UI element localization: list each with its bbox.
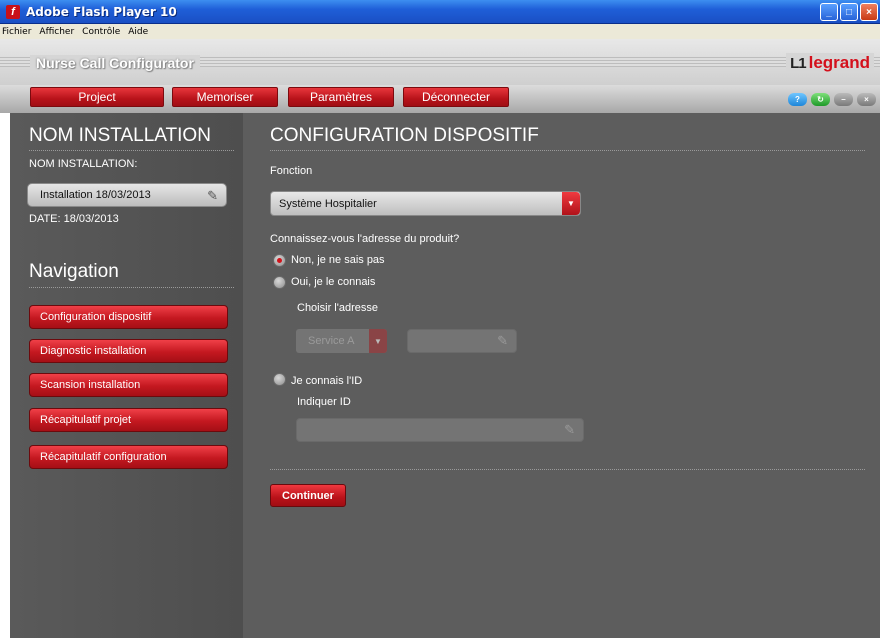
minimize-app-icon[interactable]: – <box>834 93 853 106</box>
menu-fichier[interactable]: Fichier <box>2 27 31 37</box>
window-titlebar: f Adobe Flash Player 10 _ □ × <box>0 0 880 24</box>
deconnecter-button[interactable]: Déconnecter <box>403 87 509 107</box>
legrand-logo: L1 legrand <box>786 53 874 73</box>
radio-non[interactable] <box>273 254 286 267</box>
edit-pencil-icon[interactable]: ✎ <box>207 188 218 204</box>
refresh-icon[interactable]: ↻ <box>811 93 830 106</box>
address-question: Connaissez-vous l'adresse du produit? <box>270 233 460 245</box>
help-icon[interactable]: ? <box>788 93 807 106</box>
indicate-id-label: Indiquer ID <box>297 396 351 408</box>
edit-pencil-icon: ✎ <box>564 422 575 437</box>
parametres-button[interactable]: Paramètres <box>288 87 394 107</box>
menu-aide[interactable]: Aide <box>128 27 148 37</box>
id-field: ✎ <box>296 418 584 442</box>
option-id-label: Je connais l'ID <box>291 375 363 387</box>
fonction-label: Fonction <box>270 165 313 177</box>
installation-date: DATE: 18/03/2013 <box>29 213 119 225</box>
minimize-icon[interactable]: _ <box>820 3 838 21</box>
menu-afficher[interactable]: Afficher <box>39 27 74 37</box>
divider <box>270 150 865 151</box>
nav-recapitulatif-configuration[interactable]: Récapitulatif configuration <box>29 445 228 469</box>
app-header: Nurse Call Configurator L1 legrand <box>0 39 880 85</box>
installation-name-value: Installation 18/03/2013 <box>40 189 151 201</box>
nav-recapitulatif-projet[interactable]: Récapitulatif projet <box>29 408 228 432</box>
navigation-heading: Navigation <box>29 261 119 282</box>
radio-id[interactable] <box>273 373 286 386</box>
project-button[interactable]: Project <box>30 87 164 107</box>
dropdown-arrow-icon[interactable]: ▼ <box>562 192 580 215</box>
option-oui-label: Oui, je le connais <box>291 276 376 288</box>
radio-oui[interactable] <box>273 276 286 289</box>
edit-pencil-icon: ✎ <box>497 333 508 348</box>
nav-diagnostic-installation[interactable]: Diagnostic installation <box>29 339 228 363</box>
continue-button[interactable]: Continuer <box>270 484 346 507</box>
menubar: Fichier Afficher Contrôle Aide <box>0 24 880 39</box>
configuration-heading: CONFIGURATION DISPOSITIF <box>270 125 539 146</box>
option-non-label: Non, je ne sais pas <box>291 254 385 266</box>
service-select: Service A ▼ <box>296 329 387 353</box>
window-title: Adobe Flash Player 10 <box>26 4 177 19</box>
flash-icon: f <box>6 4 20 19</box>
choose-address-label: Choisir l'adresse <box>297 302 378 314</box>
address-field: ✎ <box>407 329 517 353</box>
installation-name-label: NOM INSTALLATION: <box>29 158 138 170</box>
divider <box>29 287 234 288</box>
memoriser-button[interactable]: Memoriser <box>172 87 278 107</box>
menu-controle[interactable]: Contrôle <box>82 27 120 37</box>
nav-scansion-installation[interactable]: Scansion installation <box>29 373 228 397</box>
left-panel: NOM INSTALLATION NOM INSTALLATION: Insta… <box>10 113 243 638</box>
dropdown-arrow-icon: ▼ <box>369 329 387 353</box>
fonction-select[interactable]: Système Hospitalier ▼ <box>270 191 581 216</box>
app-title: Nurse Call Configurator <box>30 55 200 71</box>
legrand-mark-icon: L1 <box>790 54 806 72</box>
logo-text: legrand <box>808 53 870 72</box>
nav-configuration-dispositif[interactable]: Configuration dispositif <box>29 305 228 329</box>
fonction-value: Système Hospitalier <box>279 197 377 210</box>
installation-name-field[interactable]: Installation 18/03/2013 ✎ <box>27 183 227 207</box>
maximize-icon[interactable]: □ <box>840 3 858 21</box>
close-app-icon[interactable]: × <box>857 93 876 106</box>
close-icon[interactable]: × <box>860 3 878 21</box>
service-value: Service A <box>308 335 355 347</box>
installation-heading: NOM INSTALLATION <box>29 125 211 146</box>
divider <box>29 150 234 151</box>
divider <box>270 469 865 470</box>
top-nav: Project Memoriser Paramètres Déconnecter… <box>0 85 880 113</box>
main-panel: CONFIGURATION DISPOSITIF Fonction Systèm… <box>243 113 880 638</box>
